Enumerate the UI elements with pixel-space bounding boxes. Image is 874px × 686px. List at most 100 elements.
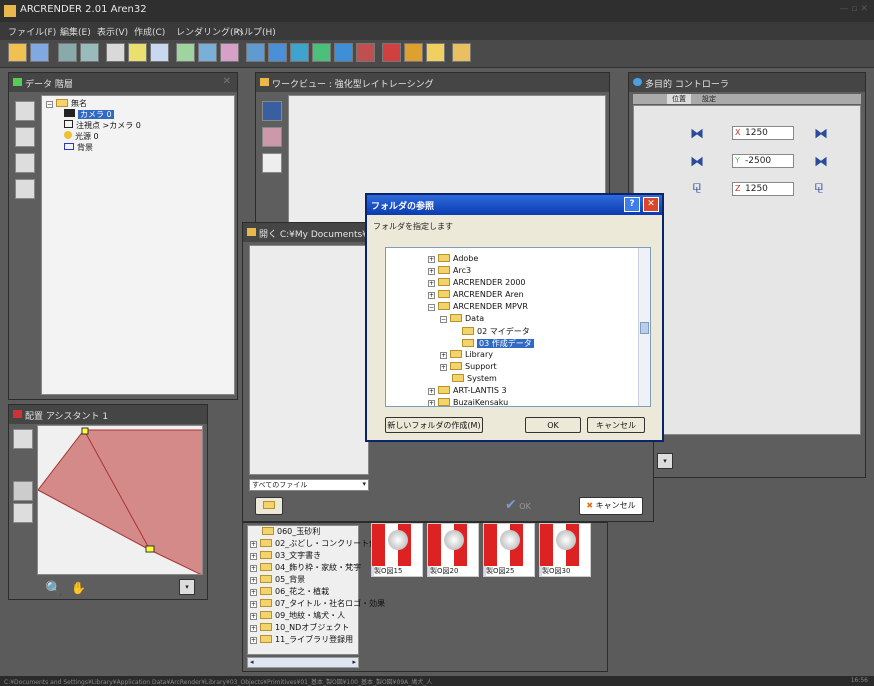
library-folder-row[interactable]: +09_地紋・鳩犬・人 xyxy=(250,610,345,622)
hierarchy-tool-icon[interactable] xyxy=(15,153,35,173)
expand-icon[interactable]: + xyxy=(440,364,447,371)
toolbar-light-icon[interactable] xyxy=(128,43,147,62)
library-thumbnail[interactable]: 製O図20 xyxy=(427,523,479,577)
tree-item-background[interactable]: 背景 xyxy=(64,142,93,154)
toolbar-camera-icon[interactable] xyxy=(106,43,125,62)
axis-tool-icon[interactable] xyxy=(13,429,33,449)
x-field[interactable]: X 1250 xyxy=(732,126,794,140)
tab-position[interactable]: 位置 xyxy=(667,94,691,104)
z-field[interactable]: Z 1250 xyxy=(732,182,794,196)
file-type-select[interactable]: すべてのファイル ▾ xyxy=(249,479,369,491)
menu-help[interactable]: ヘルプ(H) xyxy=(235,25,276,38)
collapse-icon[interactable]: − xyxy=(46,101,53,108)
folder-tree-row[interactable]: + BuzaiKensaku xyxy=(428,398,508,406)
toolbar-undo-icon[interactable] xyxy=(58,43,77,62)
toolbar-render-icon[interactable] xyxy=(246,43,265,62)
scroll-thumb[interactable] xyxy=(640,322,649,334)
library-thumbnail[interactable]: 製O図25 xyxy=(483,523,535,577)
expand-icon[interactable]: + xyxy=(428,388,435,395)
camera-marker[interactable] xyxy=(145,545,155,553)
toolbar-frame-icon[interactable] xyxy=(312,43,331,62)
new-folder-button[interactable]: 新しいフォルダの作成(M) xyxy=(385,417,483,433)
expand-icon[interactable]: + xyxy=(250,601,257,608)
target-marker[interactable] xyxy=(81,427,89,435)
scroll-left-icon[interactable]: ◂ xyxy=(250,658,254,666)
library-folder-row[interactable]: +05_背景 xyxy=(250,574,305,586)
move-tool-icon[interactable] xyxy=(13,503,33,523)
toolbar-paint-icon[interactable] xyxy=(356,43,375,62)
folder-tree-row[interactable]: + ARCRENDER 2000 xyxy=(428,278,526,290)
scroll-right-icon[interactable]: ▸ xyxy=(352,658,356,666)
folder-tree-scrollbar[interactable] xyxy=(638,248,650,406)
tab-settings[interactable]: 設定 xyxy=(697,94,721,104)
hierarchy-tool-icon[interactable] xyxy=(15,101,35,121)
rotate-y-icon[interactable]: ⧓ xyxy=(814,154,828,170)
library-thumbnail[interactable]: 製O図30 xyxy=(539,523,591,577)
toolbar-tools-icon[interactable] xyxy=(452,43,471,62)
expand-icon[interactable]: + xyxy=(250,565,257,572)
folder-cancel-button[interactable]: キャンセル xyxy=(587,417,645,433)
menu-render[interactable]: レンダリング(R) xyxy=(176,25,243,38)
hierarchy-tool-icon[interactable] xyxy=(15,127,35,147)
expand-icon[interactable]: + xyxy=(250,589,257,596)
close-button[interactable]: ✕ xyxy=(643,197,659,212)
folder-tree-row[interactable]: + ART-LANTIS 3 xyxy=(428,386,507,398)
toolbar-stop-icon[interactable] xyxy=(404,43,423,62)
expand-icon[interactable]: + xyxy=(428,292,435,299)
toolbar-material-icon[interactable] xyxy=(176,43,195,62)
close-icon[interactable]: ✕ xyxy=(223,76,231,87)
hand-icon[interactable]: ✋ xyxy=(71,581,86,595)
library-hscrollbar[interactable]: ◂ ▸ xyxy=(247,657,359,668)
rotate-z-icon[interactable]: ⚼ xyxy=(814,178,824,194)
view-axis-icon[interactable] xyxy=(262,127,282,147)
folder-tree-row-selected[interactable]: 03 作成データ xyxy=(462,338,534,350)
menu-create[interactable]: 作成(C) xyxy=(134,25,165,38)
expand-icon[interactable]: + xyxy=(428,256,435,263)
library-folder-row[interactable]: +06_花之・植栽 xyxy=(250,586,329,598)
toolbar-grid-icon[interactable] xyxy=(290,43,309,62)
library-folder-row[interactable]: +02_ぶどし・コンクリート他 xyxy=(250,538,377,550)
toolbar-home-icon[interactable] xyxy=(382,43,401,62)
expand-icon[interactable]: + xyxy=(250,625,257,632)
folder-tree-row[interactable]: + Arc3 xyxy=(428,266,471,278)
hierarchy-tool-icon[interactable] xyxy=(15,179,35,199)
help-button[interactable]: ? xyxy=(624,197,640,212)
menu-file[interactable]: ファイル(F) xyxy=(8,25,56,38)
rotate-x-icon[interactable]: ⧓ xyxy=(814,126,828,142)
expand-icon[interactable]: + xyxy=(428,280,435,287)
toolbar-new-icon[interactable] xyxy=(8,43,27,62)
folder-ok-button[interactable]: OK xyxy=(525,417,581,433)
folder-tree-row[interactable]: − ARCRENDER MPVR xyxy=(428,302,528,314)
expand-icon[interactable]: + xyxy=(428,268,435,275)
toolbar-texture-icon[interactable] xyxy=(198,43,217,62)
expand-icon[interactable]: + xyxy=(250,553,257,560)
menu-view[interactable]: 表示(V) xyxy=(97,25,128,38)
assistant-dropdown-button[interactable]: ▾ xyxy=(179,579,195,595)
folder-tree-row[interactable]: + Adobe xyxy=(428,254,478,266)
expand-icon[interactable]: + xyxy=(440,352,447,359)
toolbar-view-icon[interactable] xyxy=(268,43,287,62)
expand-icon[interactable]: + xyxy=(250,577,257,584)
expand-icon[interactable]: + xyxy=(250,613,257,620)
move-y-icon[interactable]: ⧓ xyxy=(690,154,704,170)
controller-dropdown-button[interactable]: ▾ xyxy=(657,453,673,469)
view-camera-icon[interactable] xyxy=(262,101,282,121)
library-folder-row[interactable]: +04_飾り枠・家紋・梵字 xyxy=(250,562,361,574)
collapse-icon[interactable]: − xyxy=(440,316,447,323)
expand-icon[interactable]: + xyxy=(250,637,257,644)
toolbar-film-icon[interactable] xyxy=(426,43,445,62)
toolbar-redo-icon[interactable] xyxy=(80,43,99,62)
move-z-icon[interactable]: ⚼ xyxy=(692,178,702,194)
ok-button[interactable]: ✔ OK xyxy=(505,497,555,515)
placement-canvas[interactable] xyxy=(37,425,203,575)
folder-tree-row[interactable]: 02 マイデータ xyxy=(462,326,530,338)
toolbar-open-icon[interactable] xyxy=(30,43,49,62)
move-x-icon[interactable]: ⧓ xyxy=(690,126,704,142)
open-folder-button[interactable] xyxy=(255,497,283,515)
library-folder-row[interactable]: 060_玉砂利 xyxy=(262,526,320,538)
library-folder-row[interactable]: +07_タイトル・社名ロゴ・効果 xyxy=(250,598,385,610)
library-thumbnail[interactable]: 製O図15 xyxy=(371,523,423,577)
folder-tree-row[interactable]: + Library xyxy=(440,350,493,362)
cursor-tool-icon[interactable] xyxy=(13,481,33,501)
menu-edit[interactable]: 編集(E) xyxy=(60,25,91,38)
